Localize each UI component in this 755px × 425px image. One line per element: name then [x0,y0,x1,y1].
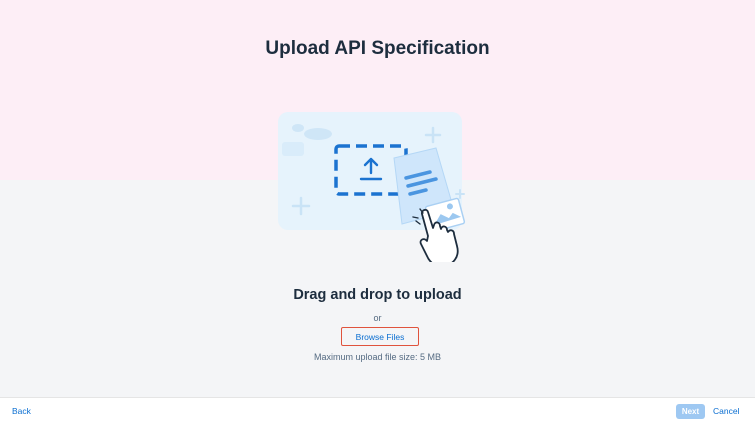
max-file-size-note: Maximum upload file size: 5 MB [313,352,442,362]
browse-files-highlight: Browse Files [341,327,419,346]
or-separator: or [373,313,382,323]
upload-illustration [278,112,466,262]
footer-divider [0,397,755,398]
back-button[interactable]: Back [12,406,31,416]
browse-files-link[interactable]: Browse Files [356,332,405,342]
cancel-button[interactable]: Cancel [713,406,739,416]
page-title: Upload API Specification [265,38,490,59]
next-button[interactable]: Next [676,404,705,419]
drop-zone-title: Drag and drop to upload [293,287,462,303]
